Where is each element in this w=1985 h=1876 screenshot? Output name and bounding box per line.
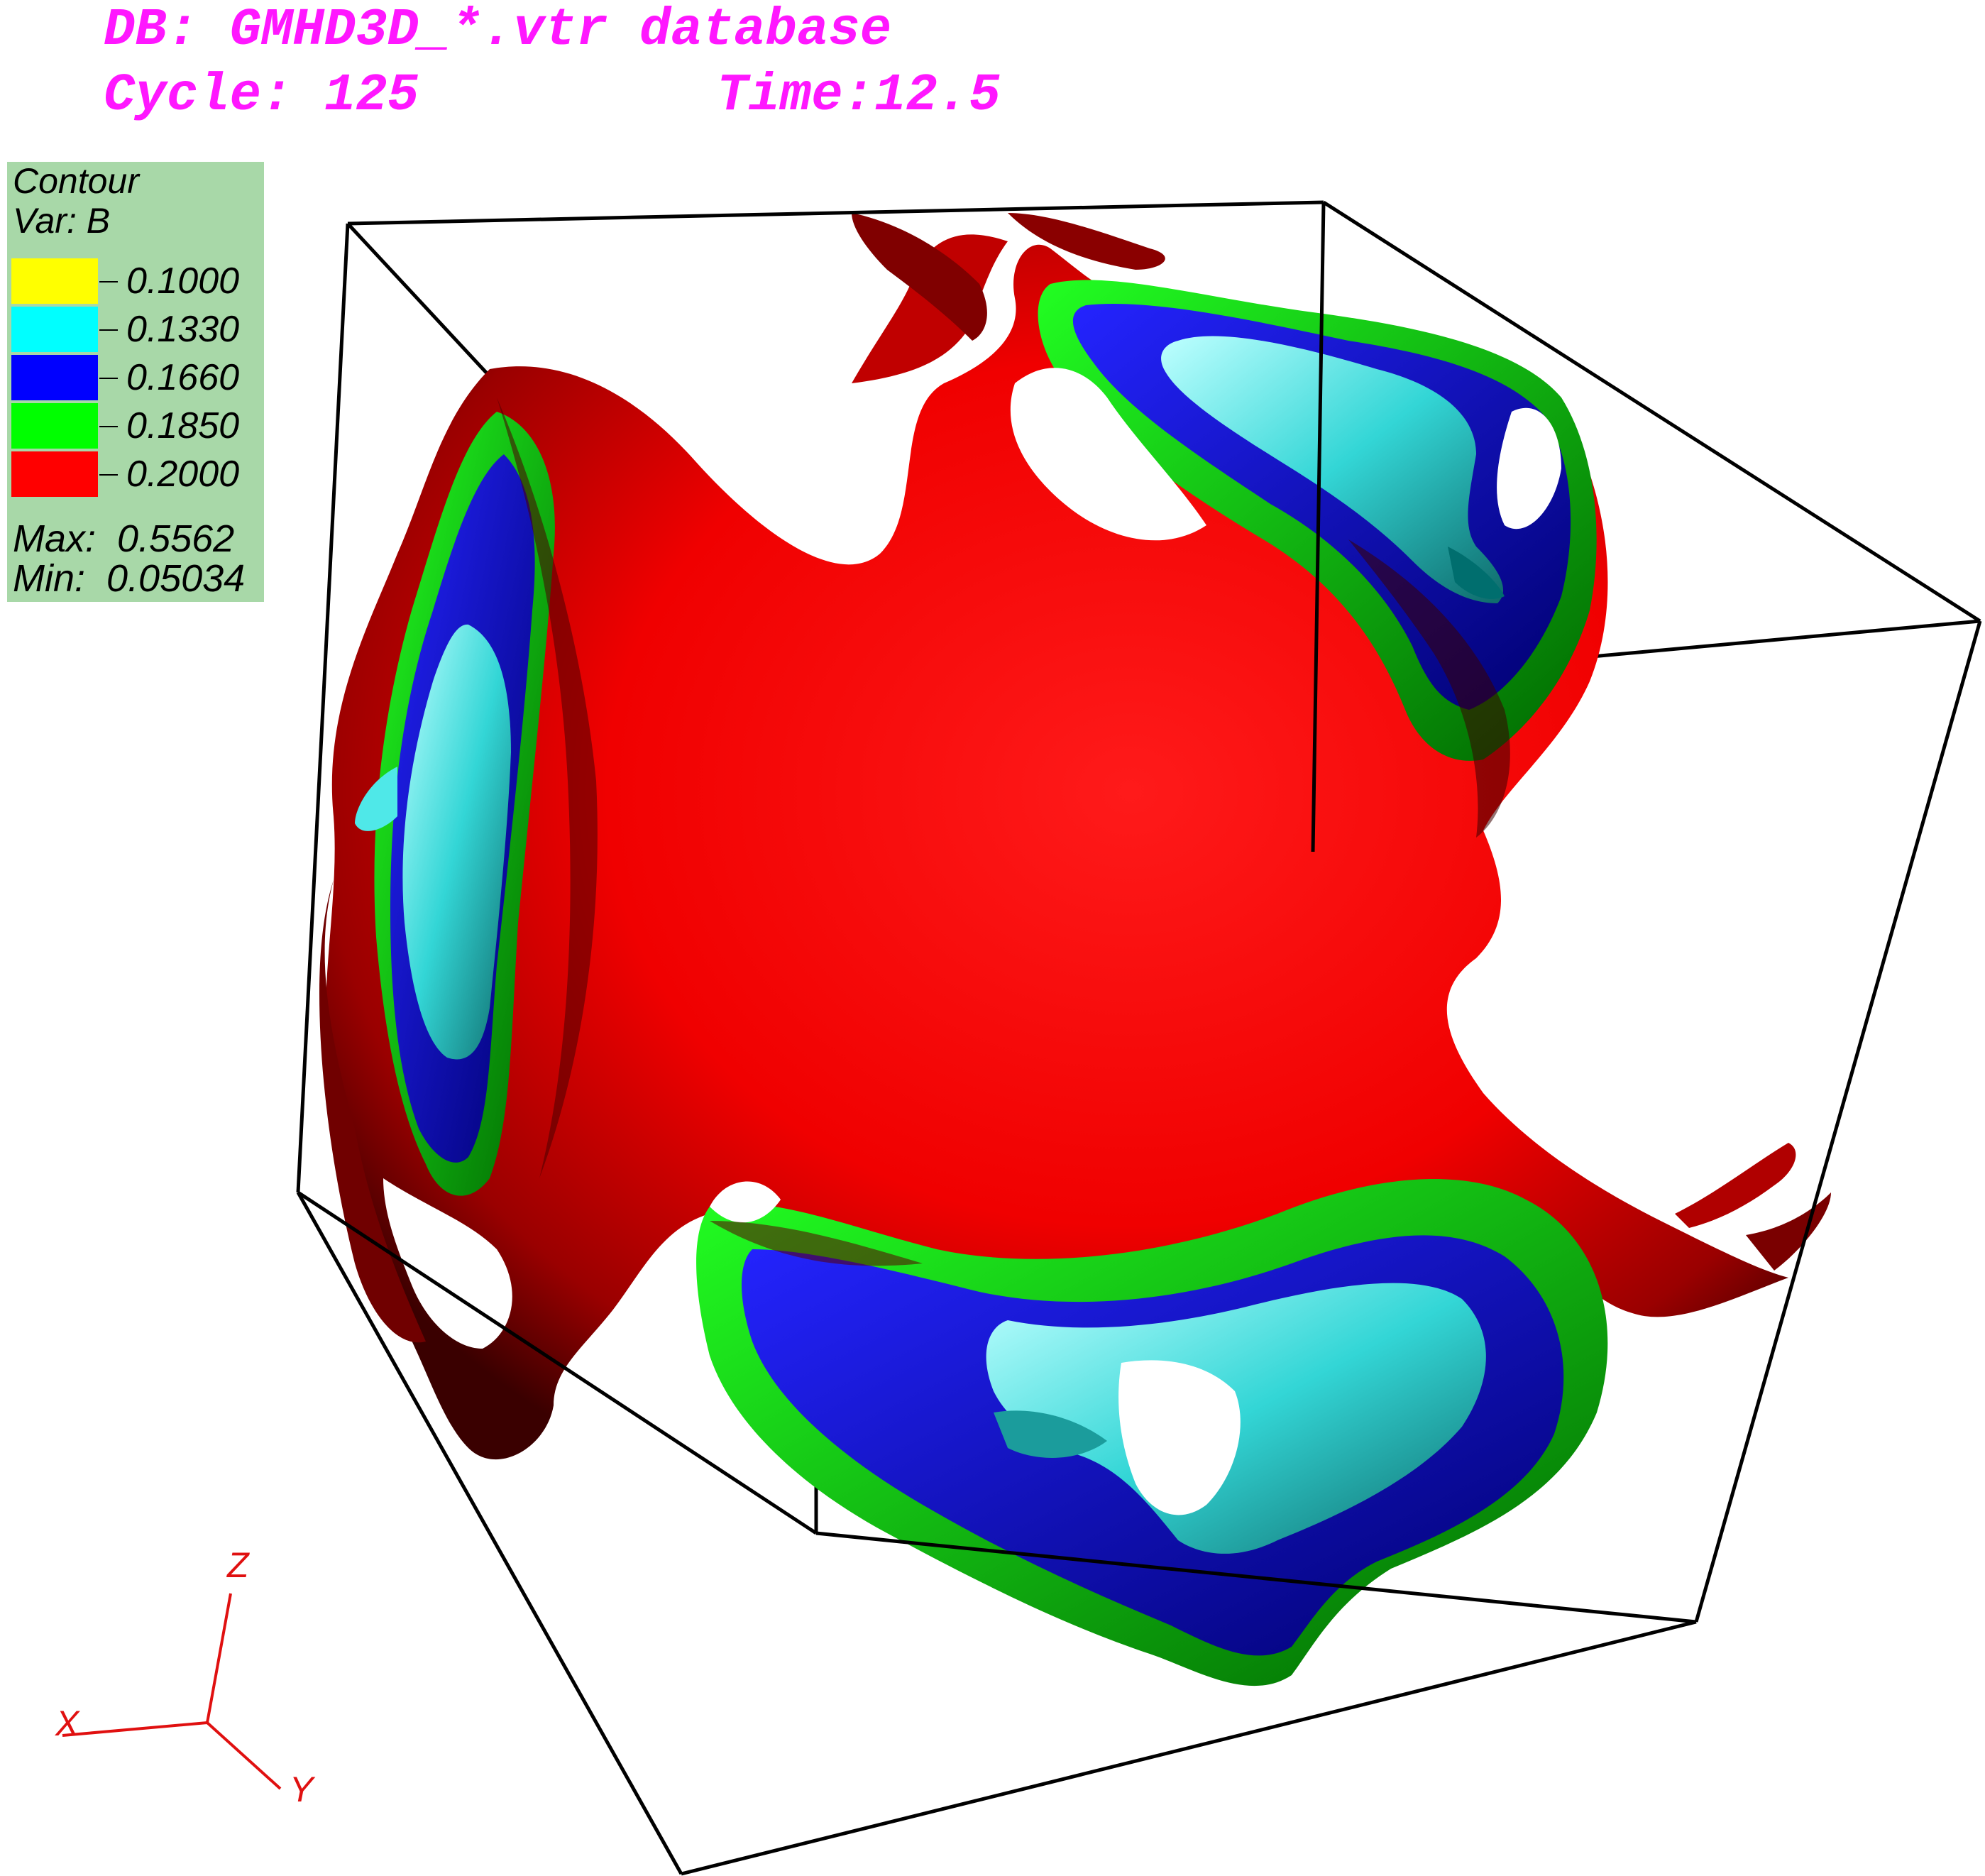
z-axis: [206, 1593, 232, 1723]
x-axis: [62, 1721, 208, 1737]
y-axis: [206, 1721, 282, 1790]
render-viewport[interactable]: Z X Y: [0, 0, 1985, 1876]
axis-triad: [62, 1593, 282, 1790]
x-axis-label: X: [55, 1704, 80, 1743]
y-axis-label: Y: [290, 1770, 316, 1809]
z-axis-label: Z: [226, 1545, 250, 1585]
